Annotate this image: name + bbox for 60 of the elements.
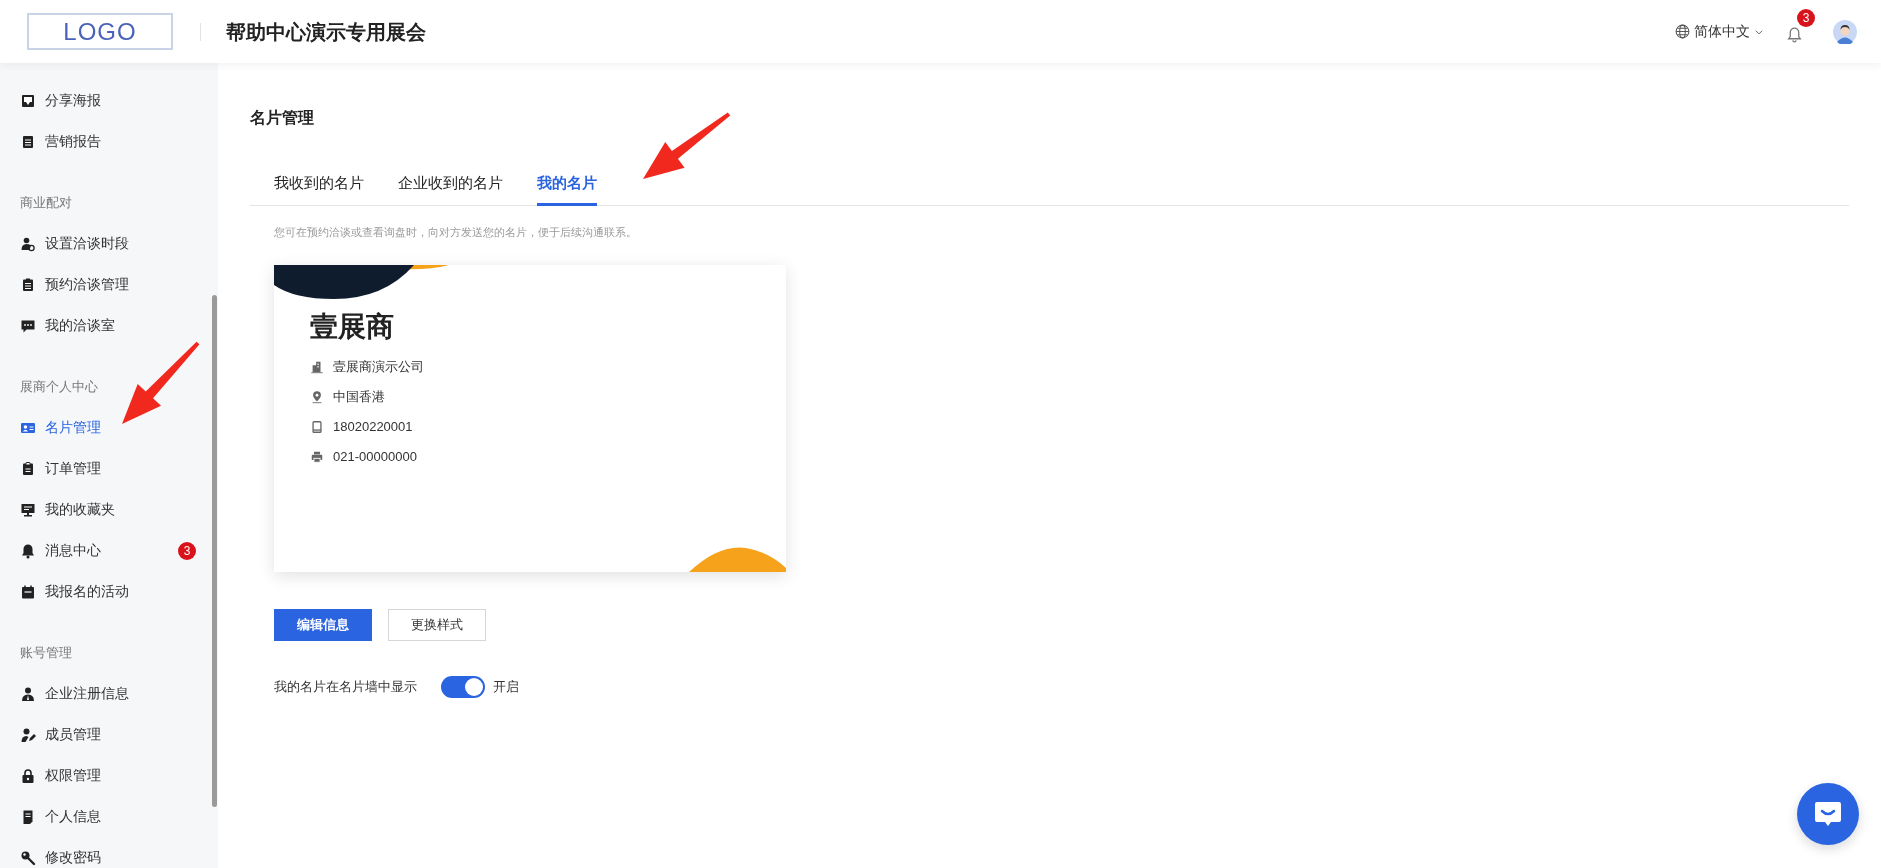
sidebar-item[interactable]: 我的洽谈室: [0, 305, 218, 346]
bell-icon: [20, 542, 36, 559]
site-title: 帮助中心演示专用展会: [226, 19, 426, 45]
sidebar-item[interactable]: 营销报告: [0, 121, 218, 162]
sidebar-item[interactable]: 我报名的活动: [0, 571, 218, 612]
toggle-state-text: 开启: [493, 677, 519, 696]
printer-icon: [310, 450, 324, 464]
language-selector[interactable]: 简体中文: [1675, 21, 1764, 42]
card-name: 壹展商: [310, 309, 395, 344]
user-clock-icon: [20, 235, 36, 252]
clipboard-icon: [20, 276, 36, 293]
bell-icon: [1786, 26, 1803, 43]
hint-text: 您可在预约洽谈或查看询盘时，向对方发送您的名片，便于后续沟通联系。: [273, 225, 638, 240]
sidebar-item[interactable]: 权限管理: [0, 755, 218, 796]
sidebar-item[interactable]: 设置洽谈时段: [0, 223, 218, 264]
edit-button[interactable]: 编辑信息: [274, 608, 372, 641]
location-pin-icon: [310, 390, 324, 404]
sidebar-item[interactable]: 成员管理: [0, 714, 218, 755]
chat-button[interactable]: [1797, 783, 1859, 845]
sidebar-item[interactable]: 订单管理: [0, 448, 218, 489]
sidebar-item[interactable]: 消息中心 3: [0, 530, 218, 571]
building-icon: [310, 360, 324, 374]
phone-icon: [310, 420, 324, 434]
tab[interactable]: 我收到的名片: [274, 163, 364, 206]
clipboard-icon: [20, 460, 36, 477]
poster-icon: [20, 92, 36, 109]
card-detail: 壹展商演示公司: [333, 358, 424, 377]
setting-label: 我的名片在名片墙中显示: [274, 677, 417, 696]
sidebar-item[interactable]: 修改密码: [0, 837, 218, 868]
report-icon: [20, 133, 36, 150]
calendar-icon: [20, 583, 36, 600]
person-icon: [20, 685, 36, 702]
notification-button[interactable]: [1786, 26, 1803, 43]
toggle-switch[interactable]: [441, 675, 485, 698]
page-title: 名片管理: [250, 108, 315, 128]
monitor-icon: [20, 501, 36, 518]
sidebar-item[interactable]: 个人信息: [0, 796, 218, 837]
sidebar-item[interactable]: 名片管理: [0, 407, 218, 448]
avatar[interactable]: [1833, 19, 1857, 44]
globe-icon: [1675, 24, 1690, 39]
section-heading: 展商个人中心: [19, 377, 99, 396]
sidebar-item[interactable]: 我的收藏夹: [0, 489, 218, 530]
section-heading: 账号管理: [19, 643, 73, 662]
section-heading: 商业配对: [19, 193, 73, 212]
notification-badge: 3: [1797, 8, 1815, 27]
style-button[interactable]: 更换样式: [388, 608, 486, 641]
card-detail: 18020220001: [333, 418, 413, 437]
scrollbar-thumb[interactable]: [212, 295, 217, 807]
sidebar-item[interactable]: 分享海报: [0, 80, 218, 121]
chat-smile-icon: [1814, 801, 1842, 827]
logo: LOGO: [27, 13, 173, 50]
card-detail: 中国香港: [333, 388, 385, 407]
lock-icon: [20, 767, 36, 784]
count-badge: 3: [178, 541, 196, 560]
tab[interactable]: 我的名片: [537, 163, 597, 206]
sidebar-item[interactable]: 预约洽谈管理: [0, 264, 218, 305]
tab[interactable]: 企业收到的名片: [398, 163, 503, 206]
sidebar-item[interactable]: 企业注册信息: [0, 673, 218, 714]
card-detail: 021-00000000: [333, 448, 417, 467]
user-edit-icon: [20, 726, 36, 743]
